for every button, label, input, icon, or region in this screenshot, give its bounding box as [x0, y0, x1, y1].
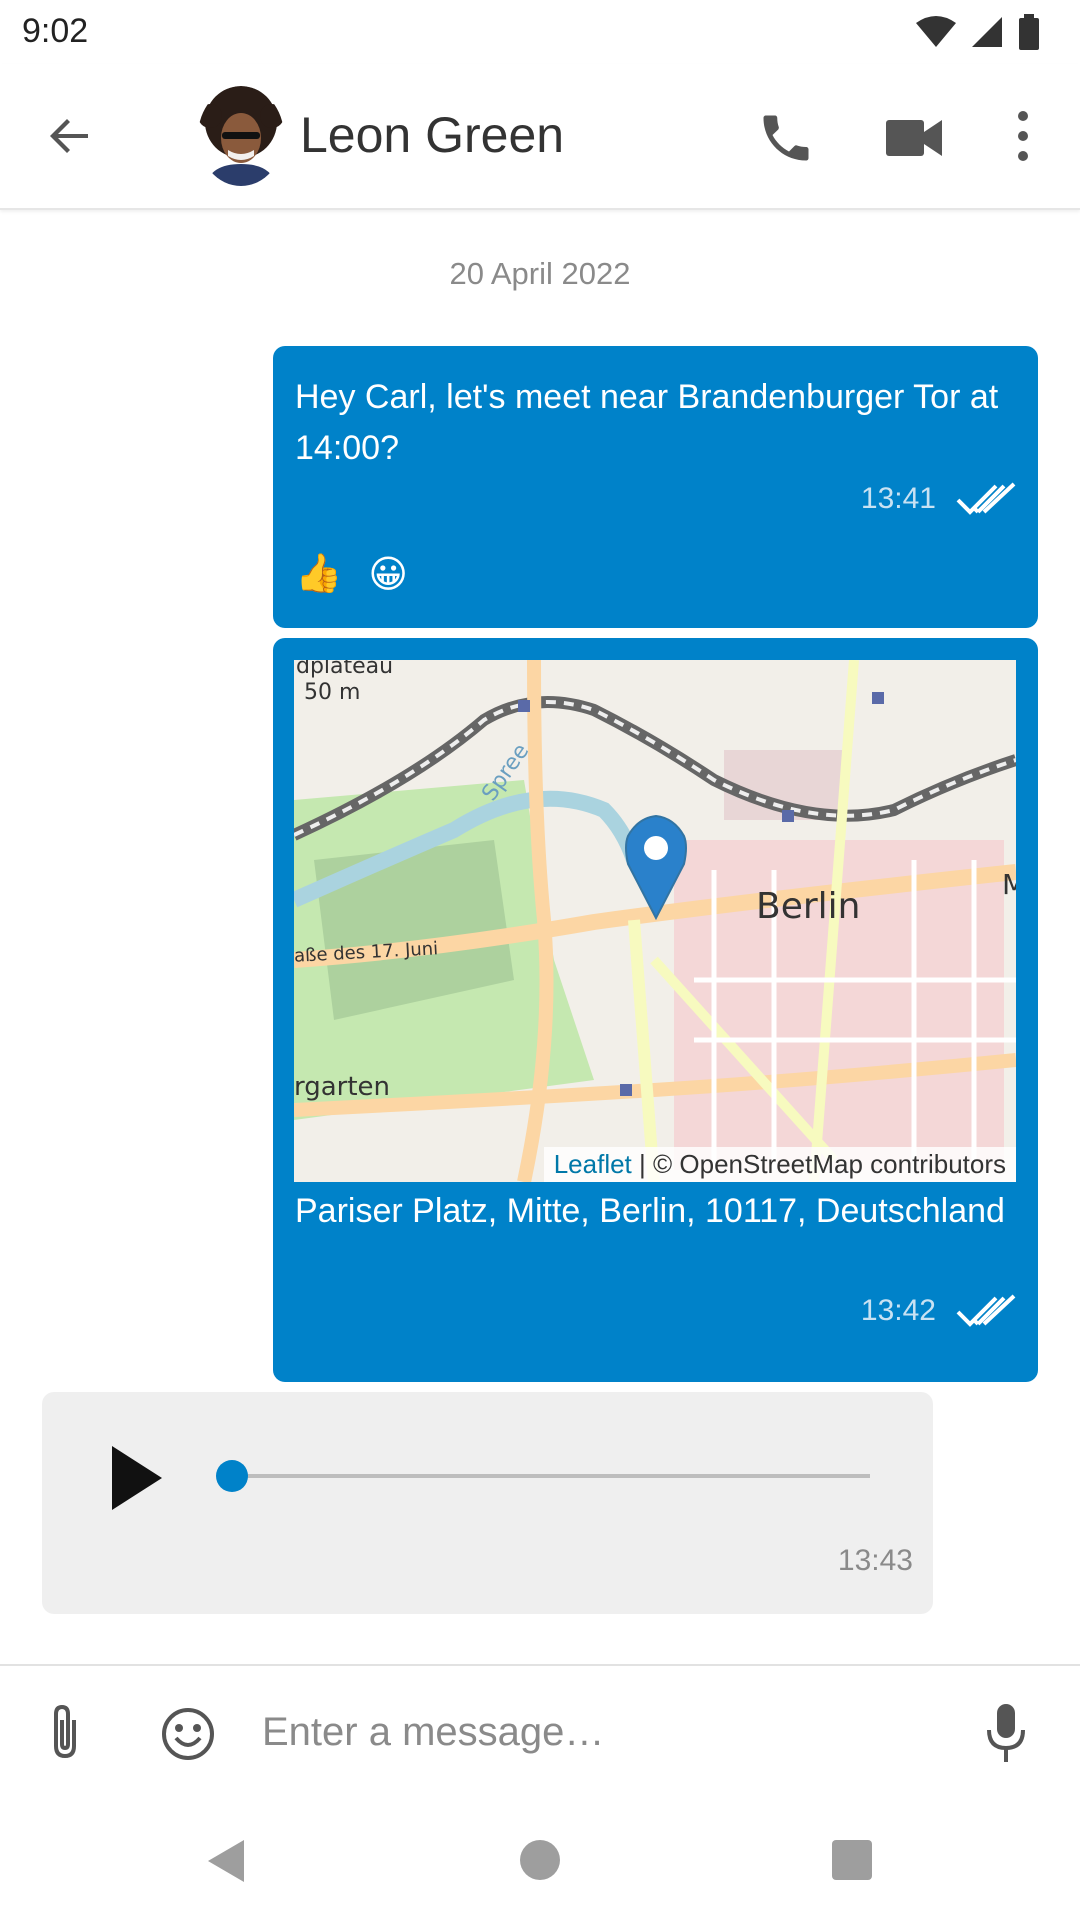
outgoing-message[interactable]: Hey Carl, let's meet near Brandenburger …	[273, 346, 1038, 628]
message-meta: 13:42	[861, 1292, 1018, 1330]
app-bar: Leon Green	[0, 64, 1080, 210]
nav-home-icon[interactable]	[520, 1840, 560, 1880]
reaction-grinning[interactable]: 😀	[368, 552, 408, 597]
map-label-park: rgarten	[294, 1072, 391, 1102]
message-composer	[0, 1664, 1080, 1804]
message-text: Hey Carl, let's meet near Brandenburger …	[295, 378, 999, 467]
date-divider: 20 April 2022	[449, 256, 631, 291]
battery-icon	[1019, 14, 1039, 50]
double-check-icon	[956, 1294, 1016, 1327]
map-tiles	[294, 660, 1016, 1182]
message-time: 13:41	[860, 482, 936, 515]
reactions: 👍 😀	[295, 552, 408, 597]
signal-icon	[972, 17, 1002, 47]
contact-name[interactable]: Leon Green	[300, 106, 564, 164]
microphone-icon[interactable]	[984, 1702, 1028, 1764]
map-label-elevation: 50 m	[304, 680, 361, 705]
emoji-icon[interactable]	[160, 1706, 216, 1762]
audio-progress-track[interactable]	[230, 1474, 870, 1478]
incoming-voice-message: 13:43	[42, 1392, 933, 1614]
contact-avatar[interactable]	[198, 86, 284, 186]
play-icon[interactable]	[108, 1444, 164, 1512]
paperclip-icon[interactable]	[42, 1702, 88, 1762]
map-attribution: Leaflet | © OpenStreetMap contributors	[543, 1147, 1016, 1182]
location-address: Pariser Platz, Mitte, Berlin, 10117, Deu…	[295, 1192, 1005, 1230]
location-map[interactable]: dplateau 50 m Spree Berlin M aße des 17.…	[294, 660, 1016, 1182]
chat-screen: 9:02 Leon Green 20 April 2022 Hey Carl, …	[0, 0, 1080, 1920]
osm-attribution: | © OpenStreetMap contributors	[631, 1149, 1006, 1179]
status-time: 9:02	[22, 12, 89, 50]
video-camera-icon[interactable]	[884, 112, 944, 164]
map-label-city: Berlin	[756, 886, 861, 927]
double-check-icon	[956, 482, 1016, 515]
status-bar: 9:02	[0, 0, 1080, 64]
map-label-edge: M	[1002, 868, 1016, 901]
reaction-thumbs-up[interactable]: 👍	[295, 552, 342, 597]
message-input[interactable]	[262, 1696, 962, 1768]
nav-back-icon[interactable]	[206, 1838, 246, 1884]
avatar-image	[198, 86, 284, 186]
back-arrow-icon[interactable]	[42, 108, 98, 164]
map-label-plateau: dplateau	[296, 660, 394, 679]
phone-icon[interactable]	[756, 108, 816, 168]
status-icons	[916, 14, 1040, 50]
audio-progress-thumb[interactable]	[216, 1460, 248, 1492]
wifi-icon	[916, 16, 956, 47]
more-vert-icon[interactable]	[1008, 106, 1038, 166]
message-meta: 13:41	[861, 480, 1018, 518]
nav-recents-icon[interactable]	[832, 1840, 872, 1880]
message-time: 13:42	[860, 1294, 936, 1327]
outgoing-location-message[interactable]: dplateau 50 m Spree Berlin M aße des 17.…	[273, 638, 1038, 1382]
leaflet-link[interactable]: Leaflet	[554, 1149, 632, 1179]
message-time: 13:43	[837, 1544, 913, 1577]
system-nav-bar	[0, 1804, 1080, 1920]
